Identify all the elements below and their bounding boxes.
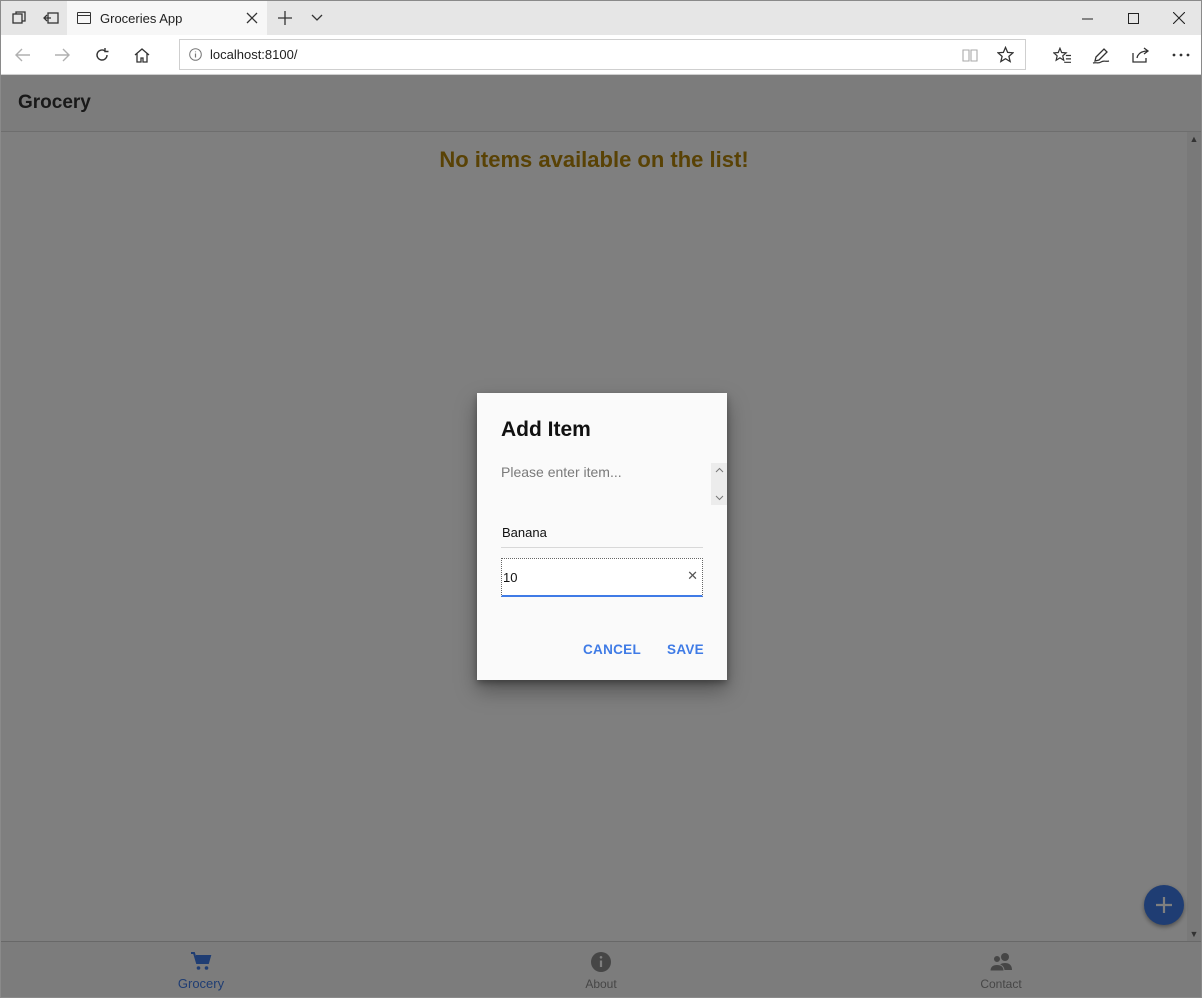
share-icon[interactable] bbox=[1121, 35, 1161, 75]
refresh-icon[interactable] bbox=[82, 35, 122, 75]
save-button[interactable]: SAVE bbox=[658, 642, 713, 657]
close-window-icon[interactable] bbox=[1156, 1, 1201, 35]
maximize-icon[interactable] bbox=[1110, 1, 1156, 35]
web-note-pen-icon[interactable] bbox=[1081, 35, 1121, 75]
page-icon bbox=[77, 12, 91, 24]
favorite-star-icon[interactable] bbox=[985, 46, 1025, 63]
item-name-field bbox=[501, 517, 703, 548]
minimize-icon[interactable] bbox=[1064, 1, 1110, 35]
scroll-down-chevron-icon[interactable] bbox=[711, 491, 727, 505]
reading-view-icon[interactable] bbox=[955, 48, 985, 62]
browser-window: Groceries App localhost:8100/ Add Item P… bbox=[0, 0, 1202, 998]
clear-input-icon[interactable]: ✕ bbox=[687, 568, 698, 584]
address-bar[interactable]: localhost:8100/ bbox=[179, 39, 1026, 70]
scroll-up-chevron-icon[interactable] bbox=[711, 463, 727, 477]
home-icon[interactable] bbox=[122, 35, 162, 75]
back-arrow-icon[interactable] bbox=[3, 35, 43, 75]
more-options-icon[interactable] bbox=[1161, 35, 1201, 75]
add-item-dialog: Add Item Please enter item... ✕ CANCEL S… bbox=[477, 393, 727, 680]
favorites-hub-icon[interactable] bbox=[1042, 35, 1082, 75]
dialog-message: Please enter item... bbox=[501, 464, 622, 480]
item-name-input[interactable] bbox=[501, 517, 703, 547]
quantity-input[interactable] bbox=[502, 559, 682, 595]
dialog-title: Add Item bbox=[501, 418, 591, 441]
dialog-buttons: CANCEL SAVE bbox=[574, 642, 713, 657]
set-aside-tabs-icon[interactable] bbox=[35, 1, 67, 35]
cancel-button[interactable]: CANCEL bbox=[574, 642, 650, 657]
close-tab-icon[interactable] bbox=[237, 1, 267, 35]
new-tab-icon[interactable] bbox=[269, 1, 301, 35]
tab-title: Groceries App bbox=[100, 10, 183, 26]
tab-manager-icon[interactable] bbox=[3, 1, 35, 35]
tab-preview-chevron-icon[interactable] bbox=[301, 1, 333, 35]
quantity-field: ✕ bbox=[501, 558, 703, 597]
browser-tab[interactable]: Groceries App bbox=[67, 1, 267, 35]
message-scrollbar[interactable] bbox=[711, 463, 727, 505]
title-bar: Groceries App bbox=[1, 1, 1201, 35]
url-text[interactable]: localhost:8100/ bbox=[210, 47, 955, 62]
forward-arrow-icon[interactable] bbox=[42, 35, 82, 75]
address-toolbar: localhost:8100/ bbox=[1, 35, 1201, 75]
site-info-icon[interactable] bbox=[180, 48, 210, 61]
